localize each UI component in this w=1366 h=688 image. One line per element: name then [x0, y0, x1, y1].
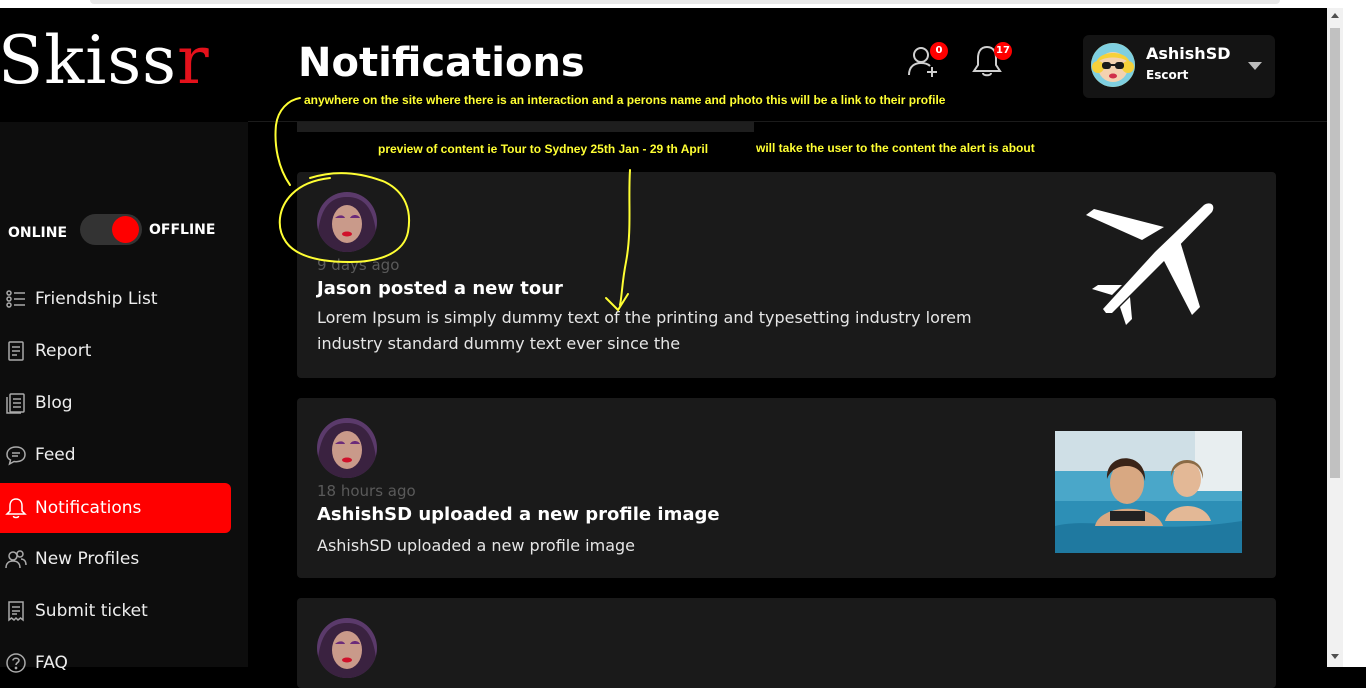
scrollbar-thumb[interactable] [1330, 28, 1340, 478]
scrollbar[interactable] [1327, 8, 1343, 667]
scroll-up-icon[interactable] [1331, 13, 1339, 18]
annotation-drawing [274, 97, 631, 312]
window-edge [1343, 8, 1366, 667]
scroll-down-icon[interactable] [1331, 654, 1339, 659]
